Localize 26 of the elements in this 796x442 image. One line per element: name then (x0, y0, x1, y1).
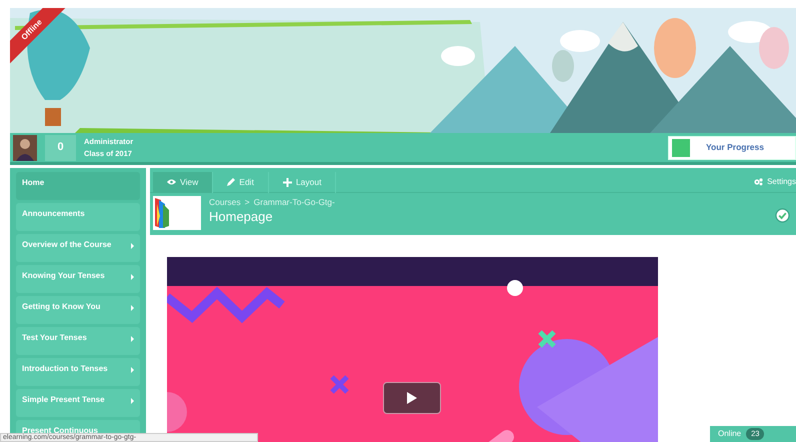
online-label: Online (718, 428, 742, 440)
breadcrumb-separator: > (244, 197, 250, 207)
gears-icon (754, 178, 764, 186)
sidebar-item[interactable]: Overview of the Course (16, 234, 140, 262)
sidebar-item[interactable]: Home (16, 172, 140, 200)
points-count: 0 (45, 134, 76, 160)
play-button[interactable] (383, 382, 441, 414)
eye-icon (167, 179, 176, 185)
play-icon (407, 392, 417, 404)
sidebar-item[interactable]: Announcements (16, 203, 140, 231)
avatar (13, 134, 37, 160)
sidebar-item[interactable]: Introduction to Tenses (16, 358, 140, 386)
breadcrumb-link[interactable]: Courses (209, 197, 241, 207)
pencil-icon (227, 178, 236, 186)
progress-label: Your Progress (705, 141, 764, 154)
page-title: Homepage (209, 208, 274, 225)
progress-panel[interactable]: Your Progress (668, 136, 796, 160)
progress-swatch (672, 138, 690, 156)
move-icon (282, 178, 292, 186)
sidebar-item[interactable]: Test Your Tenses (16, 327, 140, 355)
sidebar-item[interactable]: Simple Present Tense (16, 389, 140, 417)
sidebar-item[interactable]: Getting to Know You (16, 296, 140, 324)
settings-button[interactable]: Settings (754, 176, 796, 188)
breadcrumb-link[interactable]: Grammar-To-Go-Gtg- (254, 197, 335, 207)
sidebar-item[interactable]: Knowing Your Tenses (16, 265, 140, 293)
toolbar-tab[interactable]: View (153, 172, 214, 192)
